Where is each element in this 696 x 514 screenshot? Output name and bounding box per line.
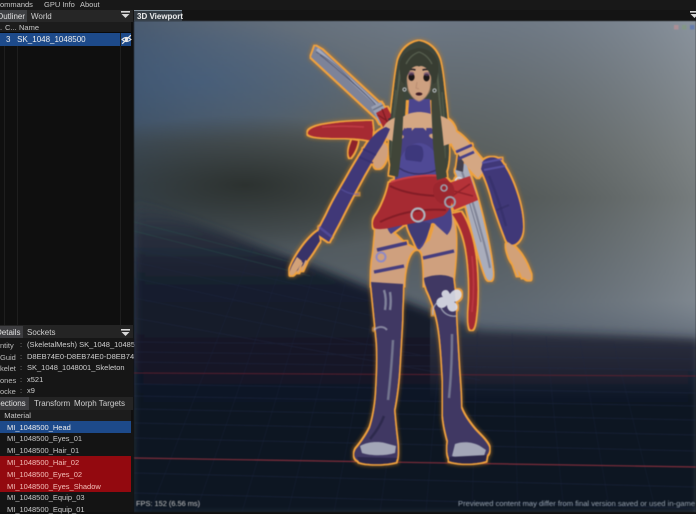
svg-text:FPS: 152 (6.56 ms): FPS: 152 (6.56 ms) xyxy=(136,499,200,508)
svg-text:Previewed content may differ f: Previewed content may differ from final … xyxy=(458,499,695,508)
